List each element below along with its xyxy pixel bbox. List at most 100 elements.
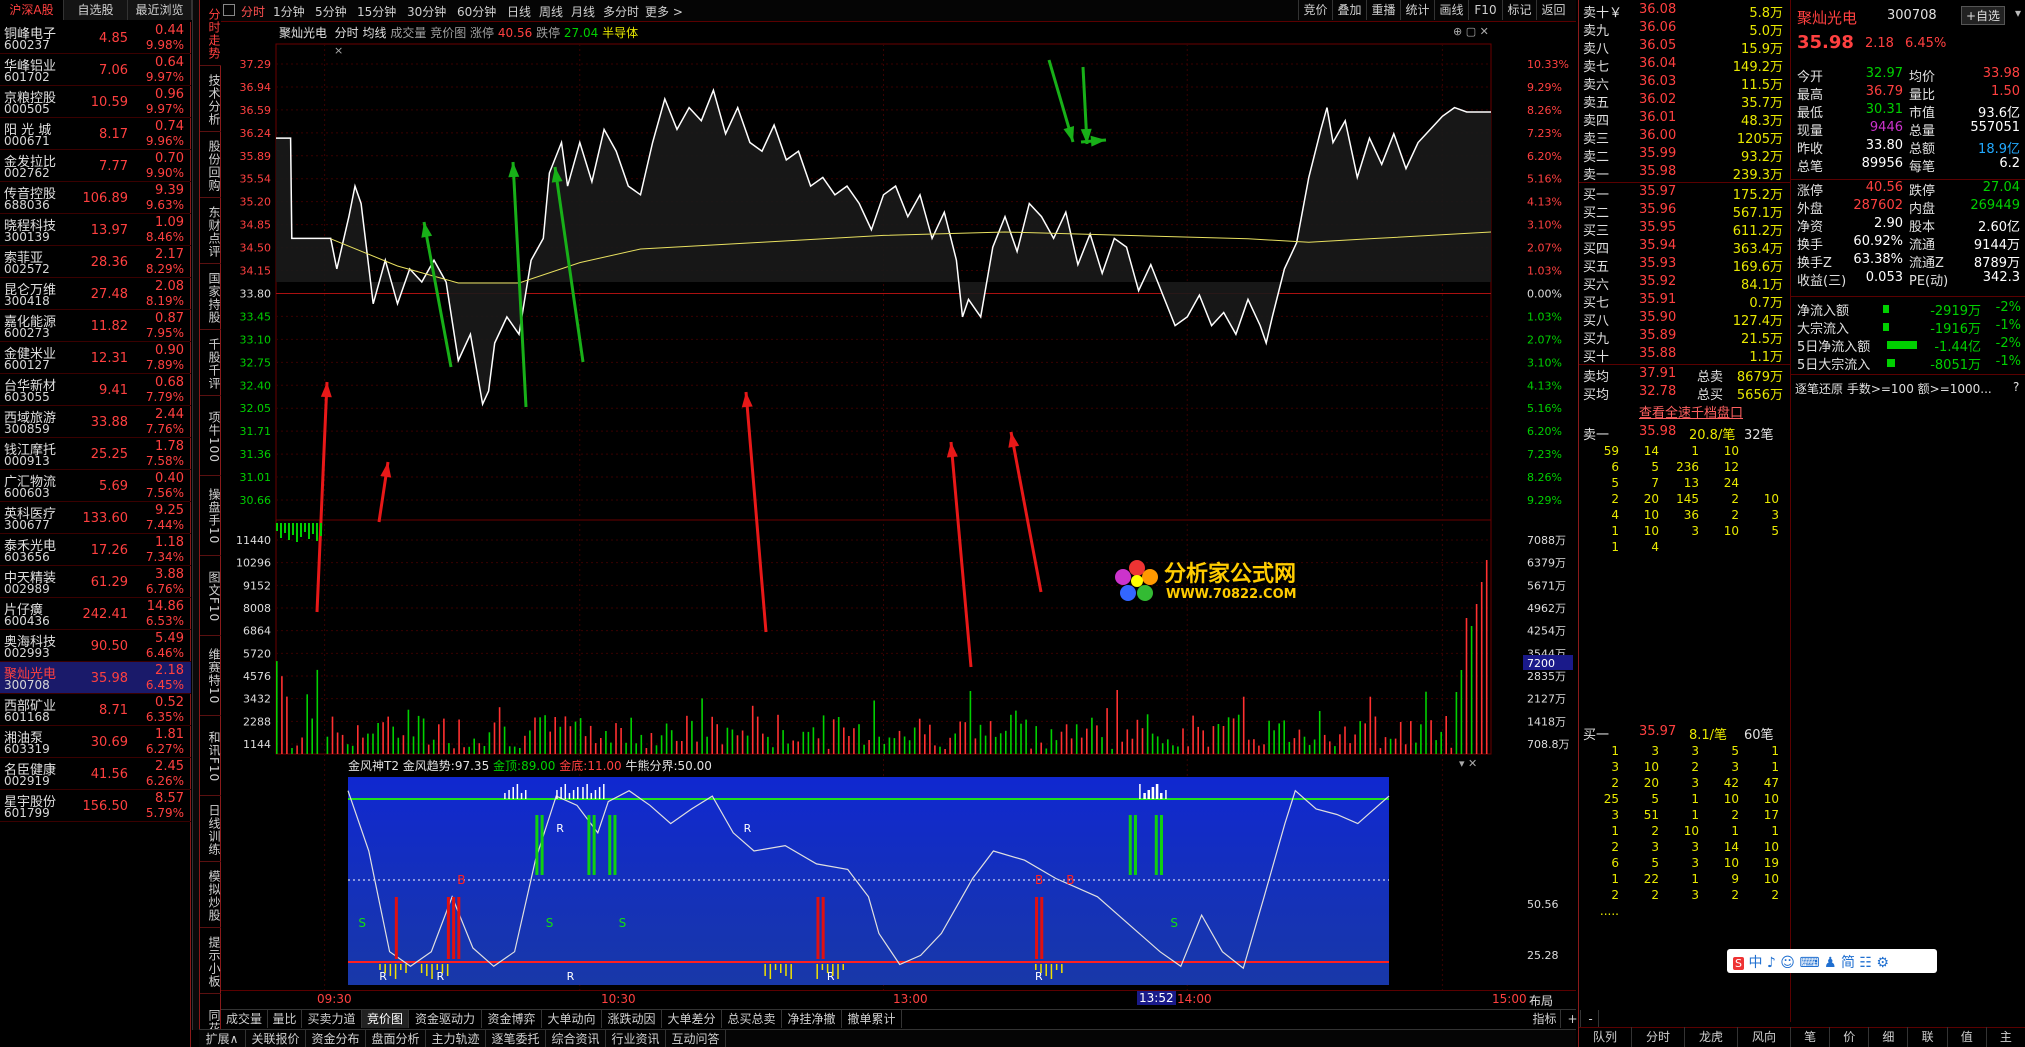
indicator-tab-4[interactable]: 资金驱动力 bbox=[409, 1010, 482, 1028]
stock-row[interactable]: 金健米业 600127 12.31 0.90 7.89% bbox=[0, 342, 191, 374]
indicator-tab-9[interactable]: 总买总卖 bbox=[722, 1010, 782, 1028]
panel-tab-4[interactable]: 笔 bbox=[1791, 1027, 1831, 1047]
indicator-ctrl-0[interactable]: 指标 bbox=[1529, 1010, 1561, 1028]
vtab-6[interactable]: 项牛100 bbox=[200, 396, 221, 476]
add-watchlist-button[interactable]: +自选 bbox=[1961, 6, 2006, 25]
toolbar-btn-5[interactable]: F10 bbox=[1468, 0, 1502, 20]
stock-row[interactable]: 铜峰电子 600237 4.85 0.44 9.98% bbox=[0, 22, 191, 54]
chart-label-fenshi[interactable]: 分时 bbox=[335, 26, 359, 40]
stock-row[interactable]: 钱江摩托 000913 25.25 1.78 7.58% bbox=[0, 438, 191, 470]
panel-tab-5[interactable]: 价 bbox=[1830, 1027, 1870, 1047]
indicator-title[interactable]: 金风神T2 bbox=[348, 759, 399, 773]
ime-bar-text[interactable]: 中 ♪ ☺ ⌨ ♟ 简 ☷ ⚙ bbox=[1748, 955, 1889, 971]
chart-label-auction[interactable]: 竞价图 bbox=[430, 26, 466, 40]
period-8[interactable]: 月线 bbox=[571, 3, 595, 20]
ime-toolbar[interactable]: S 中 ♪ ☺ ⌨ ♟ 简 ☷ ⚙ bbox=[1727, 949, 1937, 973]
toolbar-btn-6[interactable]: 标记 bbox=[1502, 0, 1536, 20]
stock-row[interactable]: 星宇股份 601799 156.50 8.57 5.79% bbox=[0, 790, 191, 822]
tab-hushen-a[interactable]: 沪深A股 bbox=[0, 0, 64, 20]
stock-row[interactable]: 英科医疗 300677 133.60 9.25 7.44% bbox=[0, 502, 191, 534]
vtab-9[interactable]: 维赛特10 bbox=[200, 636, 221, 716]
period-4[interactable]: 30分钟 bbox=[407, 3, 446, 20]
period-3[interactable]: 15分钟 bbox=[357, 3, 396, 20]
indicator-tab-1[interactable]: 量比 bbox=[268, 1010, 302, 1028]
indicator-tab-0[interactable]: 成交量 bbox=[221, 1010, 268, 1028]
indicator-tab-5[interactable]: 资金博弈 bbox=[482, 1010, 542, 1028]
vtab-13[interactable]: 提示小板 bbox=[200, 928, 221, 994]
period-0[interactable]: 分时 bbox=[241, 3, 265, 20]
quote-menu-icon[interactable]: ▾ bbox=[2015, 6, 2021, 20]
indicator-tab-8[interactable]: 大单差分 bbox=[662, 1010, 722, 1028]
stock-row[interactable]: 阳 光 城 000671 8.17 0.74 9.96% bbox=[0, 118, 191, 150]
stock-row[interactable]: 晓程科技 300139 13.97 1.09 8.46% bbox=[0, 214, 191, 246]
indicator-tab-10[interactable]: 净挂净撤 bbox=[782, 1010, 842, 1028]
info-tab-2[interactable]: 资金分布 bbox=[306, 1030, 366, 1047]
stock-row[interactable]: 名臣健康 002919 41.56 2.45 6.26% bbox=[0, 758, 191, 790]
panel-tab-2[interactable]: 龙虎 bbox=[1685, 1027, 1738, 1047]
chart-label-avg[interactable]: 均线 bbox=[363, 26, 387, 40]
vtab-12[interactable]: 模拟炒股 bbox=[200, 862, 221, 928]
stock-row[interactable]: 华峰铝业 601702 7.06 0.64 9.97% bbox=[0, 54, 191, 86]
toolbar-btn-2[interactable]: 重播 bbox=[1366, 0, 1400, 20]
panel-tab-1[interactable]: 分时 bbox=[1632, 1027, 1685, 1047]
toolbar-btn-0[interactable]: 竞价 bbox=[1298, 0, 1332, 20]
info-tab-6[interactable]: 综合资讯 bbox=[546, 1030, 606, 1047]
vtab-7[interactable]: 操盘手10 bbox=[200, 476, 221, 556]
vtab-11[interactable]: 日线训练 bbox=[200, 796, 221, 862]
period-2[interactable]: 5分钟 bbox=[315, 3, 347, 20]
period-9[interactable]: 多分时 bbox=[603, 3, 639, 20]
vtab-5[interactable]: 千股千评 bbox=[200, 330, 221, 396]
info-tab-8[interactable]: 互动问答 bbox=[666, 1030, 726, 1047]
chart-close-icon[interactable]: × bbox=[334, 44, 343, 57]
vtab-3[interactable]: 东财点评 bbox=[200, 198, 221, 264]
info-tab-5[interactable]: 逐笔委托 bbox=[486, 1030, 546, 1047]
list-scrollbar[interactable] bbox=[192, 0, 199, 1030]
stock-row[interactable]: 西部矿业 601168 8.71 0.52 6.35% bbox=[0, 694, 191, 726]
indicator-tab-11[interactable]: 撤单累计 bbox=[842, 1010, 902, 1028]
stock-row[interactable]: 片仔癀 600436 242.41 14.86 6.53% bbox=[0, 598, 191, 630]
panel-tab-8[interactable]: 值 bbox=[1948, 1027, 1987, 1047]
toolbar-btn-7[interactable]: 返回 bbox=[1536, 0, 1570, 20]
intraday-chart[interactable]: 37.29 10.33% 36.94 9.29% 36.59 8.26% 36.24 7.23… bbox=[221, 22, 1576, 1032]
period-5[interactable]: 60分钟 bbox=[457, 3, 496, 20]
indicator-tab-2[interactable]: 买卖力道 bbox=[302, 1010, 362, 1028]
indicator-tab-6[interactable]: 大单动向 bbox=[542, 1010, 602, 1028]
stock-row[interactable]: 传音控股 688036 106.89 9.39 9.63% bbox=[0, 182, 191, 214]
stock-row[interactable]: 嘉化能源 600273 11.82 0.87 7.95% bbox=[0, 310, 191, 342]
chart-label-vol[interactable]: 成交量 bbox=[390, 26, 426, 40]
tick-help-icon[interactable]: ? bbox=[2013, 380, 2019, 394]
full-depth-link[interactable]: 查看全速千档盘口 bbox=[1639, 402, 1743, 421]
indicator-close-icon[interactable]: ▾ ✕ bbox=[1459, 757, 1477, 770]
stock-row[interactable]: 金发拉比 002762 7.77 0.70 9.90% bbox=[0, 150, 191, 182]
info-tab-1[interactable]: 关联报价 bbox=[246, 1030, 306, 1047]
sector-label[interactable]: 半导体 bbox=[602, 26, 638, 40]
stock-row[interactable]: 台华新材 603055 9.41 0.68 7.79% bbox=[0, 374, 191, 406]
chart-window-icons[interactable]: ⊕ ▢ ✕ bbox=[1453, 25, 1489, 38]
stock-row[interactable]: 昆仑万维 300418 27.48 2.08 8.19% bbox=[0, 278, 191, 310]
info-tab-0[interactable]: 扩展∧ bbox=[199, 1030, 246, 1047]
stock-row[interactable]: 索菲亚 002572 28.36 2.17 8.29% bbox=[0, 246, 191, 278]
tab-recent[interactable]: 最近浏览 bbox=[128, 0, 192, 20]
stock-row[interactable]: 奥海科技 002993 90.50 5.49 6.46% bbox=[0, 630, 191, 662]
period-7[interactable]: 周线 bbox=[539, 3, 563, 20]
vtab-10[interactable]: 和讯F10 bbox=[200, 716, 221, 796]
tick-filter[interactable]: 逐笔还原 手数>=100 额>=1000... bbox=[1795, 380, 1992, 397]
vtab-8[interactable]: 图文F10 bbox=[200, 556, 221, 636]
info-tab-3[interactable]: 盘面分析 bbox=[366, 1030, 426, 1047]
stock-row[interactable]: 聚灿光电 300708 35.98 2.18 6.45% bbox=[0, 662, 191, 694]
tab-watchlist[interactable]: 自选股 bbox=[64, 0, 128, 20]
stock-row[interactable]: 湘油泵 603319 30.69 1.81 6.27% bbox=[0, 726, 191, 758]
indicator-tab-3[interactable]: 竞价图 bbox=[362, 1010, 409, 1028]
period-1[interactable]: 1分钟 bbox=[273, 3, 305, 20]
info-tab-7[interactable]: 行业资讯 bbox=[606, 1030, 666, 1047]
panel-tab-7[interactable]: 联 bbox=[1909, 1027, 1948, 1047]
stock-row[interactable]: 西域旅游 300859 33.88 2.44 7.76% bbox=[0, 406, 191, 438]
period-6[interactable]: 日线 bbox=[507, 3, 531, 20]
indicator-tab-7[interactable]: 涨跌动因 bbox=[602, 1010, 662, 1028]
vtab-2[interactable]: 股份回购 bbox=[200, 132, 221, 198]
vtab-4[interactable]: 国家持股 bbox=[200, 264, 221, 330]
panel-toggle-icon[interactable] bbox=[223, 4, 235, 16]
panel-tab-6[interactable]: 细 bbox=[1869, 1027, 1909, 1047]
toolbar-btn-4[interactable]: 画线 bbox=[1434, 0, 1468, 20]
stock-row[interactable]: 京粮控股 000505 10.59 0.96 9.97% bbox=[0, 86, 191, 118]
